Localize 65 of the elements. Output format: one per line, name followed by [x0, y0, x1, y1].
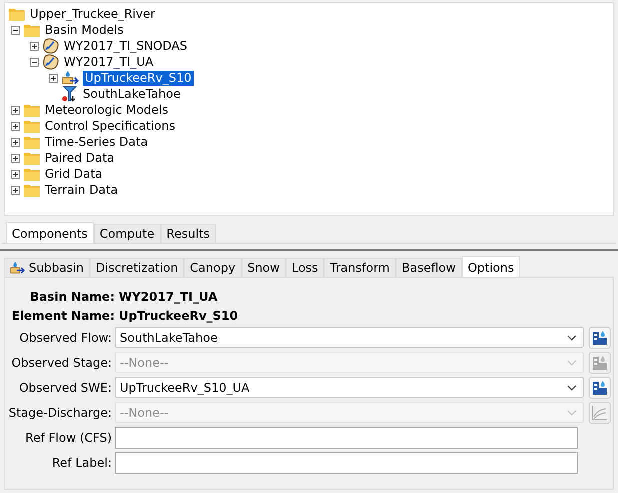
- folder-icon: [24, 183, 40, 197]
- expand-toggle[interactable]: [10, 138, 20, 146]
- chevron-icon: [567, 360, 577, 366]
- expand-toggle[interactable]: [30, 42, 38, 50]
- field-label: Observed Stage:: [10, 356, 113, 370]
- chevron-icon: [567, 334, 577, 340]
- dropdown[interactable]: SouthLakeTahoe: [115, 327, 584, 348]
- field-label: Element Name:: [10, 308, 116, 322]
- tree-item[interactable]: Basin Models: [43, 22, 126, 38]
- folder-icon: [24, 23, 40, 37]
- expand-toggle[interactable]: [10, 122, 20, 130]
- expand-toggle[interactable]: [10, 170, 20, 178]
- field-value: UpTruckeeRv_S10: [119, 308, 238, 322]
- sink-icon: [62, 86, 78, 102]
- tab[interactable]: Discretization: [90, 258, 184, 277]
- subbasin-icon: [62, 70, 80, 86]
- tree-item[interactable]: Upper_Truckee_River: [28, 6, 158, 22]
- tree-item[interactable]: Control Specifications: [43, 118, 178, 134]
- folder-icon: [9, 7, 25, 21]
- folder-icon: [24, 167, 40, 181]
- tree-item[interactable]: WY2017_TI_UA: [62, 54, 156, 70]
- gage-button[interactable]: [589, 376, 611, 398]
- tab[interactable]: Baseflow: [396, 258, 462, 277]
- expand-toggle[interactable]: [10, 186, 20, 194]
- folder-icon: [24, 103, 40, 117]
- collapse-toggle[interactable]: [10, 26, 20, 34]
- tab[interactable]: Transform: [324, 258, 396, 277]
- folder-icon: [24, 135, 40, 149]
- tab[interactable]: Canopy: [184, 258, 242, 277]
- folder-icon: [24, 119, 40, 133]
- input-field[interactable]: [115, 426, 578, 448]
- tab[interactable]: Results: [160, 224, 216, 243]
- chevron-icon: [567, 410, 577, 416]
- input-field[interactable]: [115, 452, 578, 474]
- tab[interactable]: Options: [462, 256, 520, 277]
- basin-icon: [43, 38, 59, 54]
- field-label: Basin Name:: [29, 290, 116, 304]
- tab[interactable]: Compute: [94, 224, 161, 243]
- tree-item[interactable]: Time-Series Data: [43, 134, 150, 150]
- folder-icon: [24, 151, 40, 165]
- tree-item[interactable]: UpTruckeeRv_S10: [83, 70, 194, 86]
- tree-item[interactable]: Paired Data: [43, 150, 117, 166]
- expand-toggle[interactable]: [10, 106, 20, 114]
- tree-item[interactable]: Meteorologic Models: [43, 102, 170, 118]
- tab[interactable]: Loss: [286, 258, 324, 277]
- basin-icon: [43, 54, 59, 70]
- field-label: Ref Flow (CFS): [24, 430, 113, 444]
- tab[interactable]: Components: [6, 222, 94, 243]
- tree-item[interactable]: SouthLakeTahoe: [81, 86, 183, 102]
- tree-item[interactable]: Terrain Data: [43, 182, 120, 198]
- tab[interactable]: Subbasin: [4, 258, 90, 277]
- gage-button[interactable]: [589, 326, 611, 348]
- chevron-icon: [567, 384, 577, 390]
- field-value: WY2017_TI_UA: [119, 290, 218, 304]
- expand-toggle[interactable]: [10, 154, 20, 162]
- tab[interactable]: Snow: [242, 258, 286, 277]
- dropdown[interactable]: UpTruckeeRv_S10_UA: [115, 377, 584, 398]
- tree-item[interactable]: Grid Data: [43, 166, 105, 182]
- tree-item[interactable]: WY2017_TI_SNODAS: [62, 38, 190, 54]
- expand-toggle[interactable]: [48, 74, 58, 82]
- field-label: Observed Flow:: [18, 330, 113, 344]
- collapse-toggle[interactable]: [30, 58, 38, 66]
- field-label: Stage-Discharge:: [8, 406, 113, 420]
- field-label: Ref Label:: [51, 456, 113, 470]
- field-label: Observed SWE:: [18, 380, 113, 394]
